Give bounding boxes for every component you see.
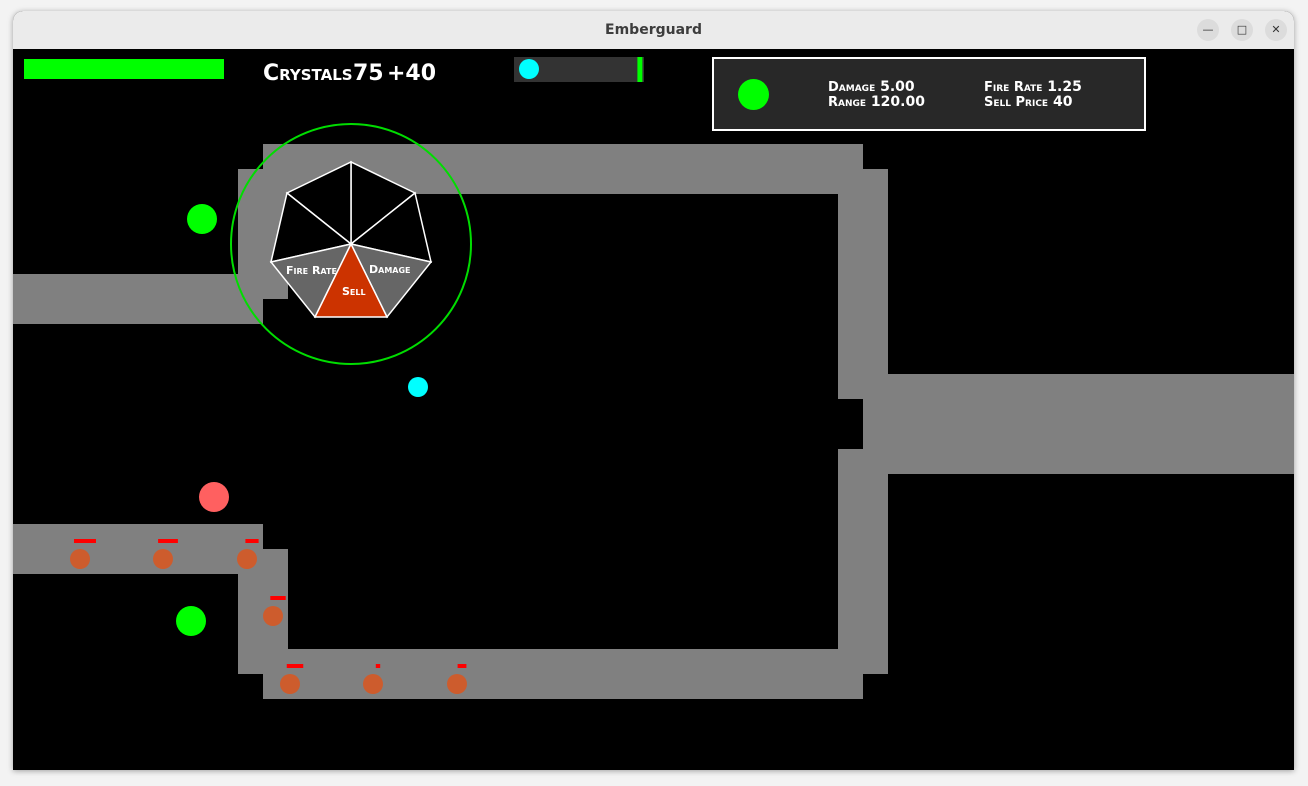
enemy [263,606,283,626]
crystals-label: Crystals [263,61,353,86]
path-segment [863,374,1294,474]
sell-price-value: 40 [1052,94,1073,110]
fire-rate-value: 1.25 [1047,79,1082,95]
pending-tower[interactable] [199,482,229,512]
enemy-health-bar [245,539,259,543]
fire-rate-stat: Fire Rate 1.25 [984,79,1082,96]
wave-progress-marker [637,57,643,82]
crystals-gain: +40 [387,61,436,86]
range-label: Range [828,95,867,110]
minimize-button[interactable]: — [1197,19,1219,41]
damage-stat: Damage 5.00 [828,79,915,96]
path-segment [13,524,263,574]
close-icon: ✕ [1271,23,1281,36]
range-stat: Range 120.00 [828,94,925,111]
sell-wedge-label: Sell [342,285,366,298]
title-bar[interactable]: Emberguard — □ ✕ [13,11,1294,50]
fire-rate-label: Fire Rate [984,80,1043,95]
game-window: Emberguard — □ ✕ Crystals 75 +40 Fire Ra… [13,11,1294,770]
enemy-health-bar [457,664,467,668]
enemy-health-bar [286,664,304,668]
tower-icon [738,79,769,110]
frost-tower-icon [519,59,539,79]
enemy [447,674,467,694]
maximize-icon: □ [1236,23,1248,36]
sell-price-label: Sell Price [984,95,1049,110]
game-canvas[interactable]: Crystals 75 +40 Fire Rate Damage Sell Da… [13,49,1294,770]
enemy [70,549,90,569]
enemy [280,674,300,694]
path-segment [838,169,888,399]
damage-wedge-label: Damage [369,263,411,276]
damage-value: 5.00 [880,79,915,95]
frost-tower[interactable] [408,377,428,397]
path-segment [263,649,863,699]
maximize-button[interactable]: □ [1231,19,1253,41]
enemy [363,674,383,694]
path-segment [838,449,888,674]
tower[interactable] [187,204,217,234]
enemy-health-bar [158,539,178,543]
wave-progress [514,57,644,82]
damage-label: Damage [828,80,876,95]
path-segment [13,274,263,324]
base-health-bar [24,59,224,79]
game-board[interactable]: Crystals 75 +40 Fire Rate Damage Sell [13,49,1294,770]
enemy [153,549,173,569]
crystals-value: 75 [353,61,384,86]
enemy-health-bar [270,596,286,600]
enemy [237,549,257,569]
range-value: 120.00 [870,94,925,110]
enemy-health-bar [375,664,381,668]
tower-info-panel: Damage 5.00 Range 120.00 Fire Rate 1.25 … [712,57,1146,131]
minimize-icon: — [1202,23,1214,36]
close-button[interactable]: ✕ [1265,19,1287,41]
enemy-health-bar [74,539,96,543]
sell-price-stat: Sell Price 40 [984,94,1073,111]
window-title: Emberguard [605,22,702,38]
tower[interactable] [176,606,206,636]
fire-rate-wedge-label: Fire Rate [286,264,337,277]
